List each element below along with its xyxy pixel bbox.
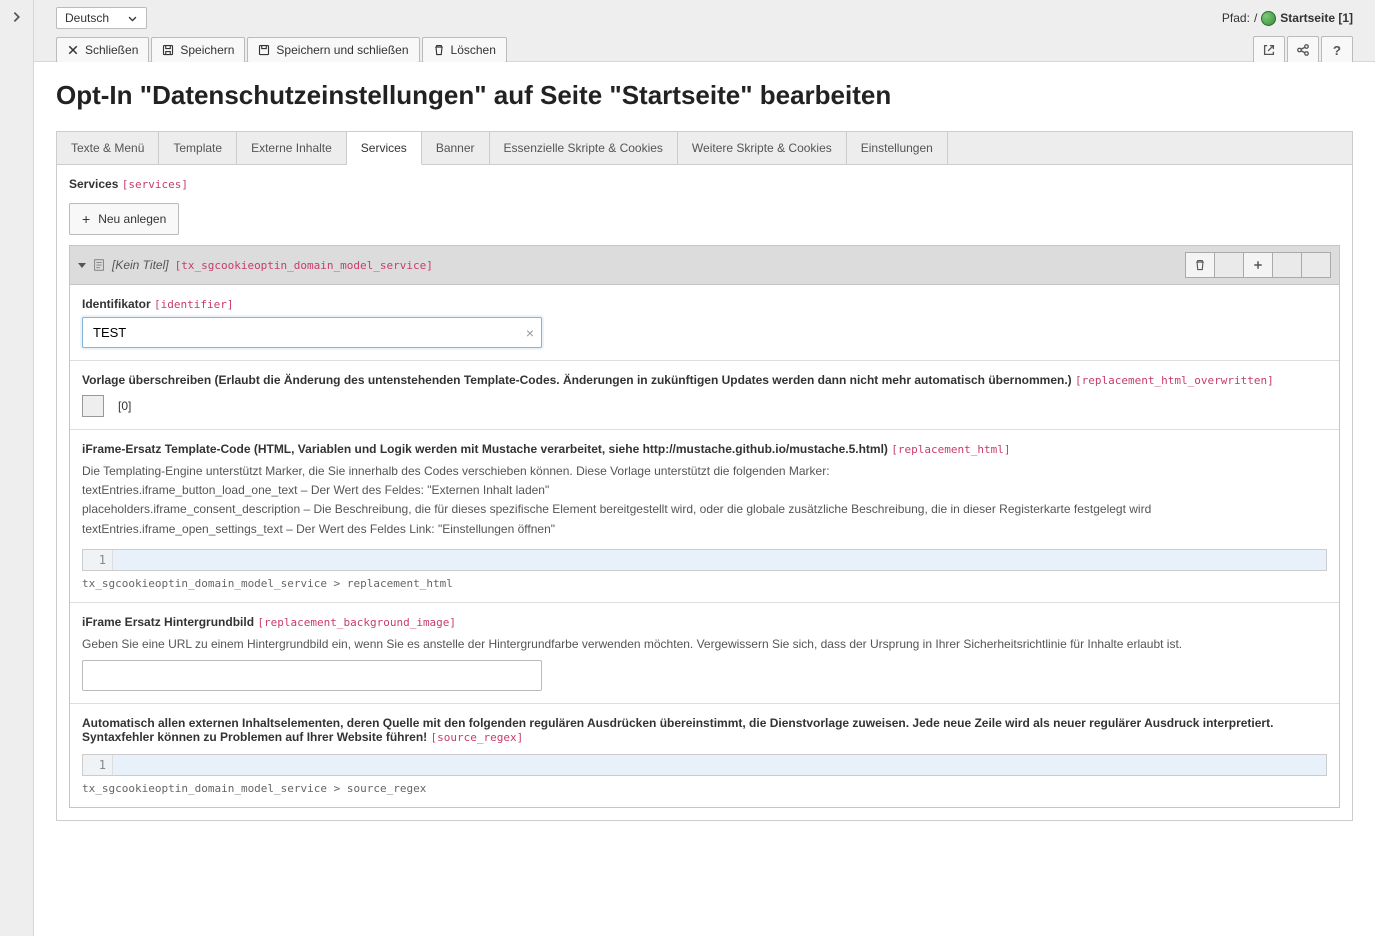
record-blank-slot-2: [1272, 252, 1302, 278]
services-heading: Services [services]: [69, 177, 1340, 191]
tab-services[interactable]: Services: [347, 132, 422, 165]
overwrite-value: [0]: [118, 399, 131, 413]
record-header[interactable]: [Kein Titel] [tx_sgcookieoptin_domain_mo…: [69, 245, 1340, 285]
save-and-close-button[interactable]: Speichern und schließen: [247, 37, 419, 63]
save-icon: [162, 44, 174, 56]
code-line[interactable]: [113, 755, 1326, 775]
identifier-input[interactable]: [82, 317, 542, 348]
open-external-button[interactable]: [1253, 36, 1285, 64]
language-selector[interactable]: Deutsch: [56, 7, 147, 29]
record-blank-slot-1: [1214, 252, 1244, 278]
tab-essenzielle[interactable]: Essenzielle Skripte & Cookies: [490, 132, 678, 164]
tab-bar: Texte & Menü Template Externe Inhalte Se…: [56, 131, 1353, 164]
chevron-right-icon: [10, 10, 24, 24]
record-add-button[interactable]: [1243, 252, 1273, 278]
globe-icon: [1261, 11, 1276, 26]
code-line[interactable]: [113, 550, 1326, 570]
record-drag-handle[interactable]: [1301, 252, 1331, 278]
tab-einstellungen[interactable]: Einstellungen: [847, 132, 948, 164]
share-button[interactable]: [1287, 36, 1319, 64]
page-title: Opt-In "Datenschutzeinstellungen" auf Se…: [56, 80, 1353, 111]
clear-input-icon[interactable]: ×: [526, 325, 534, 341]
close-icon: [67, 44, 79, 56]
record-title: [Kein Titel]: [112, 258, 169, 272]
breadcrumb-page[interactable]: Startseite [1]: [1280, 11, 1353, 25]
trash-icon: [1194, 259, 1206, 271]
tab-weitere[interactable]: Weitere Skripte & Cookies: [678, 132, 847, 164]
tab-texte-menu[interactable]: Texte & Menü: [57, 132, 159, 164]
plus-icon: [1252, 259, 1264, 271]
section-overwrite: Vorlage überschreiben (Erlaubt die Änder…: [70, 361, 1339, 430]
tab-panel-services: Services [services] + Neu anlegen [Kein …: [56, 164, 1353, 821]
plus-icon: +: [82, 211, 90, 227]
breadcrumb: Pfad: / Startseite [1]: [1222, 11, 1353, 26]
close-button[interactable]: Schließen: [56, 37, 149, 63]
collapse-toggle-icon[interactable]: [78, 263, 86, 268]
line-number: 1: [83, 550, 113, 570]
section-replacement-html: iFrame-Ersatz Template-Code (HTML, Varia…: [70, 430, 1339, 603]
tab-externe-inhalte[interactable]: Externe Inhalte: [237, 132, 347, 164]
help-button[interactable]: ?: [1321, 36, 1353, 64]
replacement-html-editor[interactable]: 1: [82, 549, 1327, 571]
external-link-icon: [1262, 43, 1276, 57]
topbar: Deutsch Pfad: / Startseite [1] Schließen…: [34, 0, 1375, 62]
tab-template[interactable]: Template: [159, 132, 237, 164]
collapsed-sidebar[interactable]: [0, 0, 34, 936]
record-delete-button[interactable]: [1185, 252, 1215, 278]
record-type-icon: [92, 258, 106, 272]
help-icon: ?: [1333, 43, 1341, 58]
bg-image-description: Geben Sie eine URL zu einem Hintergrundb…: [82, 635, 1327, 654]
content-area: Opt-In "Datenschutzeinstellungen" auf Se…: [34, 62, 1375, 936]
replacement-html-path: tx_sgcookieoptin_domain_model_service > …: [82, 577, 1327, 590]
section-bg-image: iFrame Ersatz Hintergrundbild [replaceme…: [70, 603, 1339, 704]
bg-image-input[interactable]: [82, 660, 542, 691]
record-tech: [tx_sgcookieoptin_domain_model_service]: [175, 259, 433, 272]
chevron-down-icon: [127, 13, 138, 24]
save-close-icon: [258, 44, 270, 56]
share-icon: [1296, 43, 1310, 57]
language-label: Deutsch: [65, 11, 109, 25]
trash-icon: [433, 44, 445, 56]
create-new-button[interactable]: + Neu anlegen: [69, 203, 179, 235]
tab-banner[interactable]: Banner: [422, 132, 490, 164]
section-identifier: Identifikator [identifier] ×: [70, 285, 1339, 361]
section-source-regex: Automatisch allen externen Inhaltselemen…: [70, 704, 1339, 807]
record-body: Identifikator [identifier] × Vorlage übe…: [69, 285, 1340, 808]
source-regex-editor[interactable]: 1: [82, 754, 1327, 776]
delete-button[interactable]: Löschen: [422, 37, 507, 63]
overwrite-checkbox[interactable]: [82, 395, 104, 417]
record-actions: [1186, 252, 1331, 278]
replacement-html-description: Die Templating-Engine unterstützt Marker…: [82, 462, 1327, 539]
source-regex-path: tx_sgcookieoptin_domain_model_service > …: [82, 782, 1327, 795]
save-button[interactable]: Speichern: [151, 37, 245, 63]
line-number: 1: [83, 755, 113, 775]
